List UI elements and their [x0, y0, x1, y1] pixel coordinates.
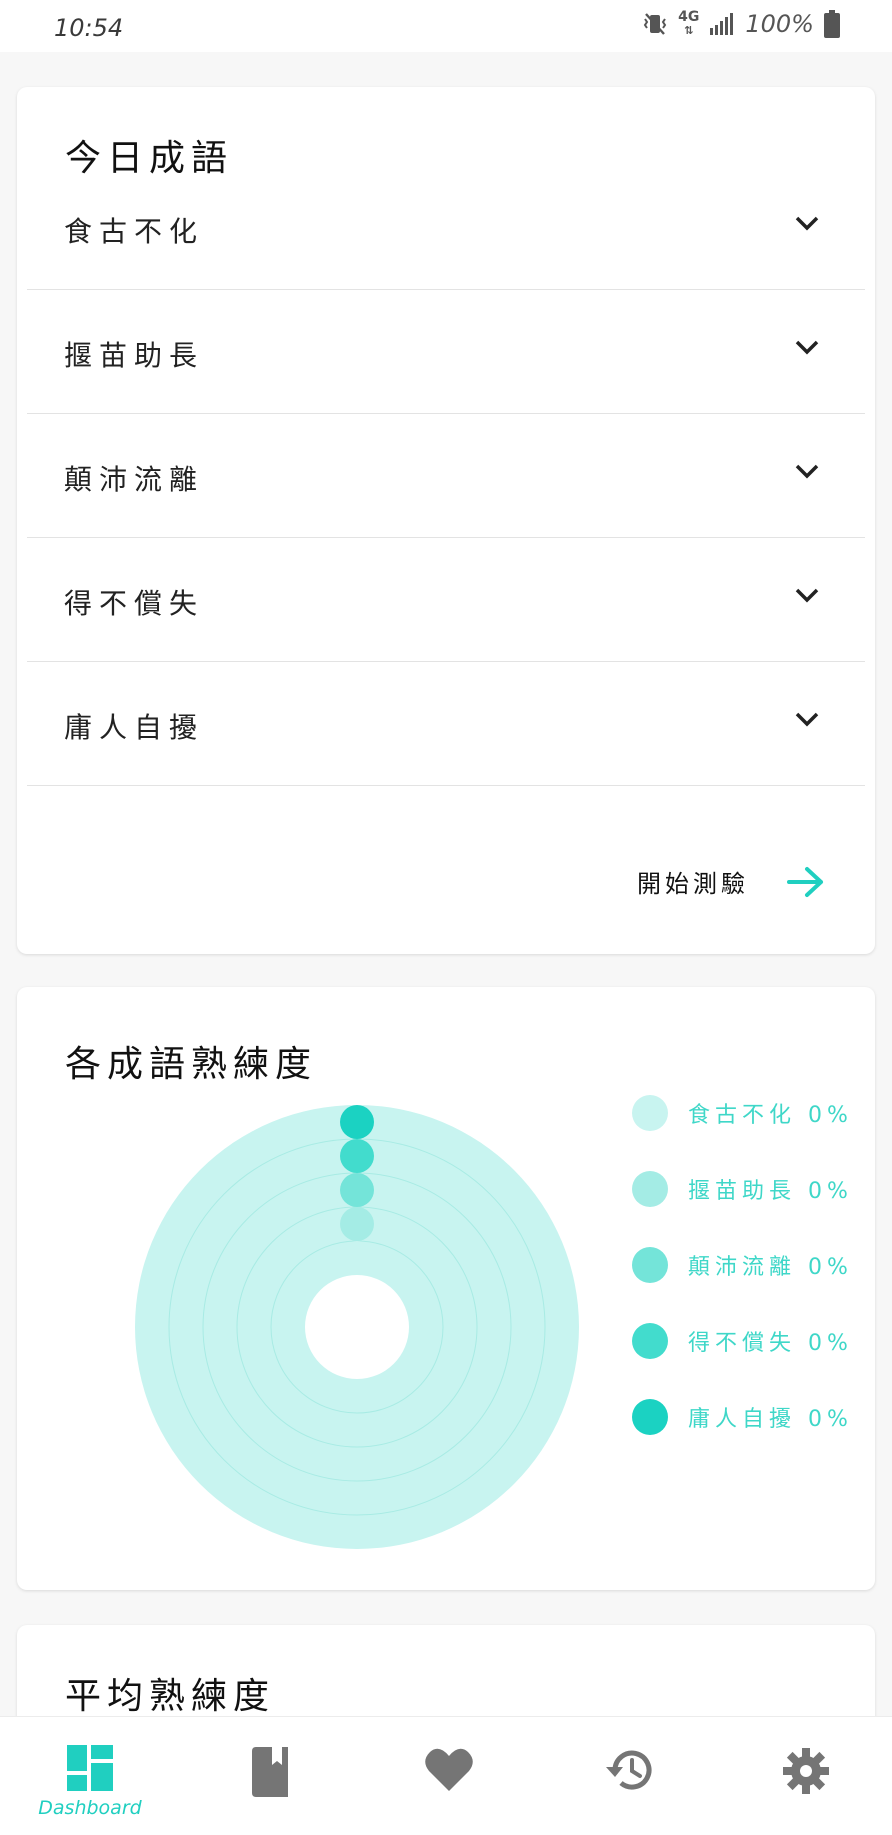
status-time: 10:54: [54, 14, 124, 42]
legend-dot: [632, 1247, 668, 1283]
chevron-down-icon[interactable]: [793, 214, 821, 234]
dashboard-icon: [67, 1745, 113, 1791]
history-icon: [606, 1750, 652, 1790]
idiom-row[interactable]: 顛沛流離: [27, 414, 865, 538]
nav-dashboard[interactable]: Dashboard: [10, 1717, 170, 1835]
nav-book[interactable]: [190, 1717, 350, 1835]
idiom-row[interactable]: 食古不化: [27, 166, 865, 290]
nav-settings[interactable]: [726, 1717, 886, 1835]
legend-label: 食古不化 0%: [688, 1103, 853, 1128]
settings-gear-icon: [783, 1748, 829, 1794]
radial-proficiency-chart: [135, 1105, 579, 1549]
average-proficiency-title: 平均熟練度: [65, 1676, 276, 1717]
idiom-label: 得不償失: [64, 587, 205, 620]
legend-label: 顛沛流離 0%: [688, 1255, 853, 1280]
idiom-label: 顛沛流離: [64, 463, 205, 496]
start-quiz-button[interactable]: 開始測驗: [637, 864, 825, 899]
idiom-row[interactable]: 庸人自擾: [27, 662, 865, 786]
network-4g-icon: 4G ⇅: [678, 9, 700, 37]
chart-center-hole: [305, 1275, 409, 1379]
series-value-dot: [340, 1173, 374, 1207]
series-value-dot: [340, 1207, 374, 1241]
start-quiz-label: 開始測驗: [637, 870, 749, 898]
proficiency-card: 各成語熟練度 食古不化 0% 揠苗助長 0% 顛沛流離 0% 得不償失 0% 庸…: [17, 987, 875, 1590]
battery-percent: 100%: [745, 10, 814, 38]
legend-item: 顛沛流離 0%: [632, 1247, 853, 1283]
bottom-navigation: Dashboard: [0, 1716, 892, 1835]
signal-bars-icon: [710, 13, 734, 35]
idiom-label: 揠苗助長: [64, 339, 205, 372]
book-icon: [252, 1747, 288, 1797]
legend-dot: [632, 1171, 668, 1207]
legend-dot: [632, 1095, 668, 1131]
series-value-dot: [340, 1105, 374, 1139]
legend-label: 得不償失 0%: [688, 1331, 853, 1356]
vibrate-mute-icon: [643, 13, 667, 35]
chevron-down-icon[interactable]: [793, 462, 821, 482]
idiom-row[interactable]: 得不償失: [27, 538, 865, 662]
network-type: 4G: [678, 9, 700, 25]
legend-item: 得不償失 0%: [632, 1323, 853, 1359]
legend-dot: [632, 1323, 668, 1359]
arrow-right-icon: [787, 866, 823, 897]
legend-label: 庸人自擾 0%: [688, 1407, 853, 1432]
chevron-down-icon[interactable]: [793, 338, 821, 358]
status-bar: 10:54 4G ⇅ 100%: [0, 0, 892, 52]
legend-item: 食古不化 0%: [632, 1095, 853, 1131]
today-idioms-card: 今日成語 食古不化 揠苗助長 顛沛流離 得不償失 庸人自擾 開始測驗: [17, 87, 875, 954]
nav-dashboard-label: Dashboard: [38, 1797, 142, 1819]
legend-item: 庸人自擾 0%: [632, 1399, 853, 1435]
legend-label: 揠苗助長 0%: [688, 1179, 853, 1204]
battery-icon: [824, 10, 840, 38]
series-value-dot: [340, 1139, 374, 1173]
heart-icon: [425, 1748, 473, 1791]
chevron-down-icon[interactable]: [793, 710, 821, 730]
nav-history[interactable]: [547, 1717, 707, 1835]
idiom-label: 庸人自擾: [64, 711, 205, 744]
legend-dot: [632, 1399, 668, 1435]
chevron-down-icon[interactable]: [793, 586, 821, 606]
status-icons: 4G ⇅ 100%: [642, 10, 840, 38]
legend-item: 揠苗助長 0%: [632, 1171, 853, 1207]
idiom-row[interactable]: 揠苗助長: [27, 290, 865, 414]
series-value-dot: [340, 1241, 374, 1275]
proficiency-title: 各成語熟練度: [65, 1044, 318, 1085]
idiom-label: 食古不化: [64, 215, 205, 248]
nav-favorites[interactable]: [369, 1717, 529, 1835]
